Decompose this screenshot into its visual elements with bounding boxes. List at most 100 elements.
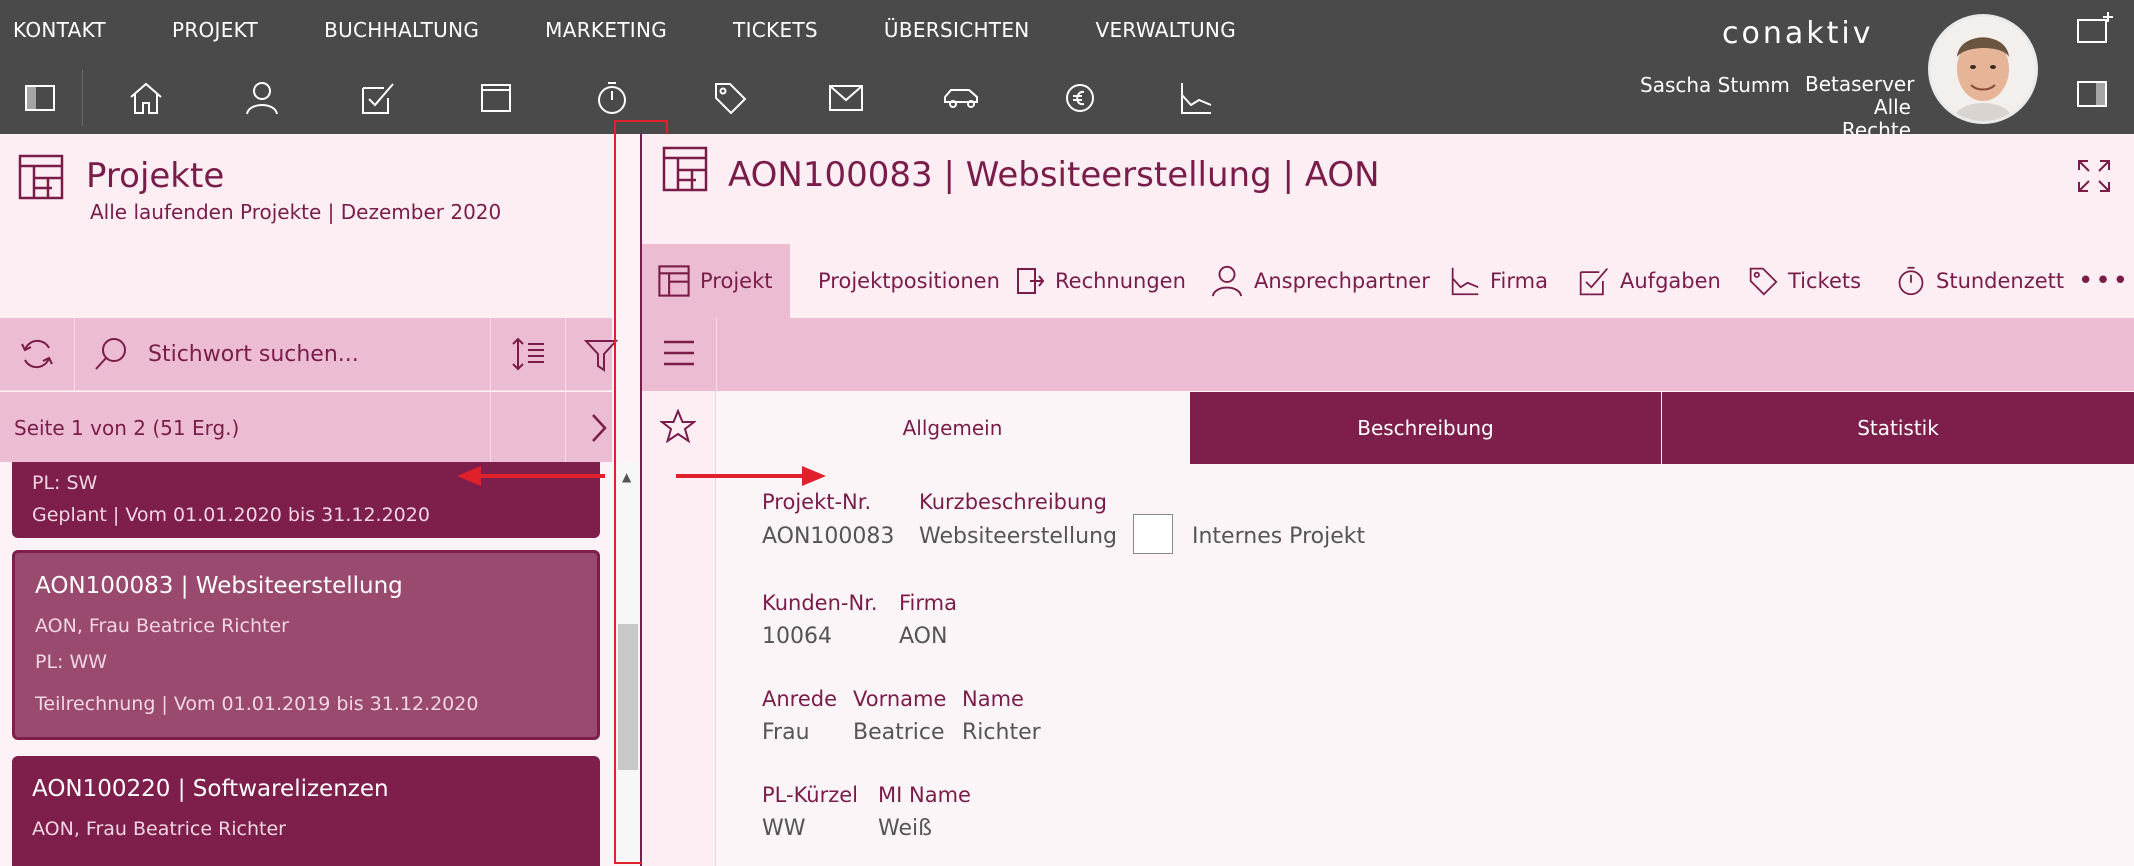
project-status: Geplant | Vom 01.01.2020 bis 31.12.2020 [32,504,430,526]
page-title: Projekte [86,156,225,196]
field-kurzbeschreibung[interactable]: Websiteerstellung [919,524,1117,549]
star-icon[interactable] [660,409,696,443]
subtab-statistik[interactable]: Statistik [1661,392,2134,464]
user-name[interactable]: Sascha Stumm [1640,73,1790,97]
refresh-icon[interactable] [18,336,56,372]
detail-toolbar [642,318,2134,391]
project-icon [658,265,690,297]
project-title: AON100220 | Softwarelizenzen [32,776,389,802]
detail-side-bar [642,391,716,866]
menu-icon[interactable] [662,338,696,368]
tab-rechnungen[interactable]: Rechnungen [1015,244,1186,318]
tab-label: Projekt [700,269,773,293]
more-tabs-icon[interactable]: ••• [2078,244,2130,318]
home-icon[interactable] [116,68,176,128]
detail-title: AON100083 | Websiteerstellung | AON [728,155,1380,195]
tab-label: Stundenzett [1936,269,2065,293]
conaktiv-logo: conaktiv [1722,16,1874,51]
chart-icon[interactable] [1166,68,1226,128]
field-kunden-nr[interactable]: 10064 [762,624,832,649]
menu-marketing[interactable]: MARKETING [545,18,667,42]
task-icon[interactable] [348,68,408,128]
divider [565,392,566,462]
field-name[interactable]: Richter [962,720,1041,745]
project-manager: PL: SW [32,472,98,494]
expand-icon[interactable] [2076,158,2112,194]
invoice-icon [1015,266,1045,296]
ticket-icon[interactable] [700,68,760,128]
car-icon[interactable] [932,68,992,128]
internes-projekt-label: Internes Projekt [1192,524,1366,549]
subtab-beschreibung[interactable]: Beschreibung [1189,392,1661,464]
field-anrede[interactable]: Frau [762,720,810,745]
divider [716,318,717,391]
server-name: Betaserver [1805,72,1915,96]
contact-icon[interactable] [232,68,292,128]
divider [490,392,491,462]
server-info: Betaserver Alle Rechte [1805,72,1915,142]
field-label-kunden-nr: Kunden-Nr. [762,591,878,615]
search-input[interactable]: Stichwort suchen... [148,342,359,367]
list-item[interactable]: AON100220 | Softwarelizenzen AON, Frau B… [12,756,600,866]
menu-tickets[interactable]: TICKETS [733,18,818,42]
field-firma[interactable]: AON [899,624,947,649]
project-title: AON100083 | Websiteerstellung [35,573,403,599]
annotation-arrow-right [672,464,828,488]
field-projekt-nr[interactable]: AON100083 [762,524,894,549]
mail-icon[interactable] [816,68,876,128]
project-manager: PL: WW [35,651,108,673]
tab-aufgaben[interactable]: Aufgaben [1578,244,1721,318]
divider [565,318,566,391]
page-subtitle: Alle laufenden Projekte | Dezember 2020 [90,200,502,224]
field-label-anrede: Anrede [762,687,838,711]
field-vorname[interactable]: Beatrice [853,720,945,745]
next-page-icon[interactable] [590,412,608,444]
tab-label: Aufgaben [1620,269,1721,293]
contact-icon [1210,264,1244,298]
tab-projektpositionen[interactable]: Projektpositionen [818,244,1000,318]
divider [490,318,491,391]
project-status: Teilrechnung | Vom 01.01.2019 bis 31.12.… [35,693,479,715]
field-label-projekt-nr: Projekt-Nr. [762,490,872,514]
menu-uebersichten[interactable]: ÜBERSICHTEN [884,18,1030,42]
detail-tabs: Projekt Projektpositionen Rechnungen Ans… [642,244,2134,318]
project-detail-icon [662,146,708,192]
sort-icon[interactable] [510,336,546,372]
menu-verwaltung[interactable]: VERWALTUNG [1096,18,1236,42]
field-mi-name[interactable]: Weiß [878,816,932,841]
new-window-icon[interactable] [2076,10,2118,46]
field-label-firma: Firma [899,591,957,615]
tab-firma[interactable]: Firma [1450,244,1548,318]
project-icon[interactable] [466,68,526,128]
avatar[interactable] [1928,14,2038,124]
field-label-mi-name: MI Name [878,783,971,807]
timer-icon[interactable] [582,68,642,128]
field-pl-kuerzel[interactable]: WW [762,816,806,841]
internes-projekt-checkbox[interactable] [1133,514,1173,554]
main-menu: KONTAKT PROJEKT BUCHHALTUNG MARKETING TI… [0,0,1289,60]
divider [82,70,83,126]
field-label-kurzbeschreibung: Kurzbeschreibung [919,490,1107,514]
menu-kontakt[interactable]: KONTAKT [13,18,106,42]
field-label-pl-kuerzel: PL-Kürzel [762,783,859,807]
right-panel-toggle-icon[interactable] [2076,80,2108,108]
euro-settings-icon[interactable] [1050,68,1110,128]
timer-icon [1896,265,1926,297]
list-item-selected[interactable]: AON100083 | Websiteerstellung AON, Frau … [12,550,600,740]
tab-tickets[interactable]: Tickets [1748,244,1861,318]
menu-buchhaltung[interactable]: BUCHHALTUNG [324,18,479,42]
sidebar-toggle-icon[interactable] [10,68,70,128]
task-icon [1578,265,1610,297]
annotation-arrow-left [455,464,611,488]
pager: Seite 1 von 2 (51 Erg.) [0,392,612,462]
tab-stundenzettel[interactable]: Stundenzett [1896,244,2066,318]
search-icon [92,336,130,372]
subtab-allgemein[interactable]: Allgemein [716,392,1189,464]
tab-label: Rechnungen [1055,269,1186,293]
tab-ansprechpartner[interactable]: Ansprechpartner [1210,244,1430,318]
tab-label: Firma [1490,269,1548,293]
detail-subtabs: Allgemein Beschreibung Statistik [716,392,2134,464]
menu-projekt[interactable]: PROJEKT [172,18,258,42]
tab-projekt[interactable]: Projekt [642,244,790,318]
filter-icon[interactable] [584,338,618,372]
